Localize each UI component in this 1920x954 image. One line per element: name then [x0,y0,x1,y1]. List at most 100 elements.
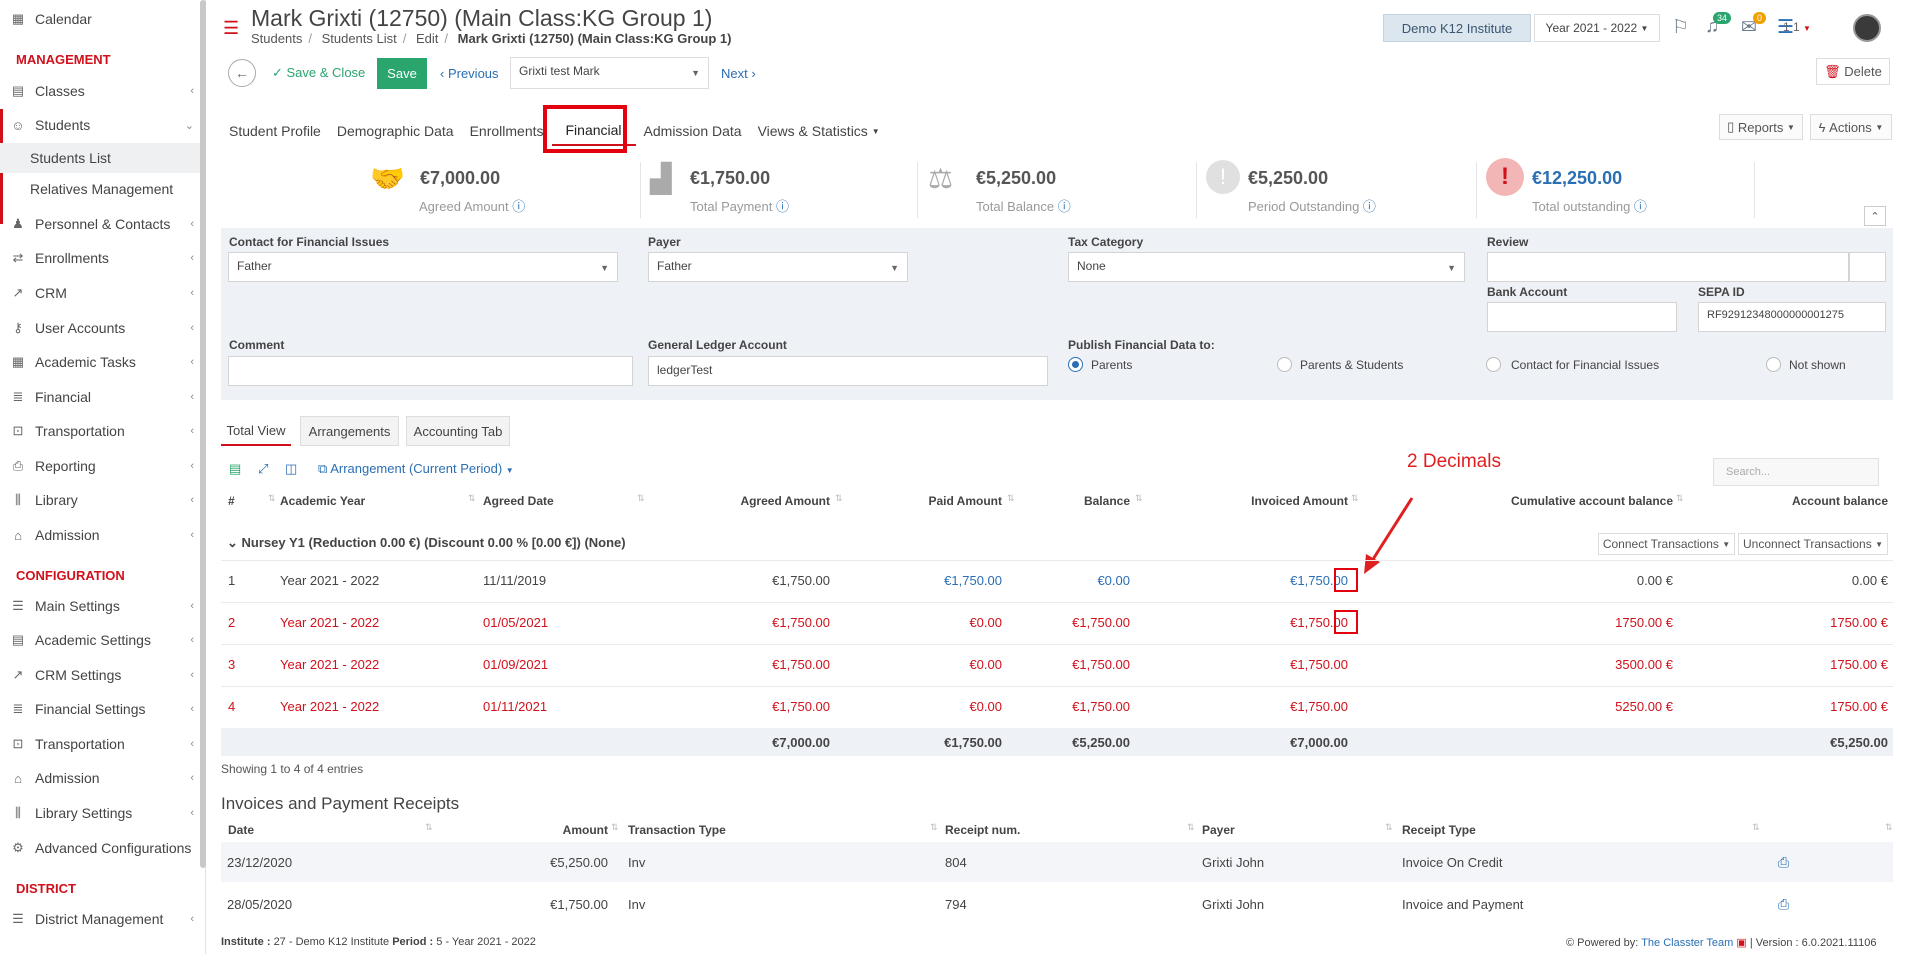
table-row[interactable]: 1 Year 2021 - 2022 11/11/2019 €1,750.00 … [221,560,1893,598]
chevron-down-icon[interactable]: ⌄ [227,535,238,550]
sidebar-item-students-list[interactable]: Students List [0,143,200,173]
collapse-button[interactable]: ⌃ [1864,206,1886,226]
col-account-balance[interactable]: Account balance [1690,494,1888,508]
tab-views-statistics[interactable]: Views & Statistics ▼ [750,116,888,146]
sort-icon[interactable]: ⇅ [1752,822,1760,833]
inv-col-receipt-type[interactable]: Receipt Type [1402,823,1476,837]
sort-icon[interactable]: ⇅ [268,493,276,504]
connect-transactions-button[interactable]: Connect Transactions ▼ [1598,533,1735,555]
sepa-id-input[interactable]: RF92912348000000001275 [1698,302,1886,332]
inv-col-payer[interactable]: Payer [1202,823,1235,837]
sidebar-scrollbar[interactable] [200,0,206,868]
sort-icon[interactable]: ⇅ [425,822,433,833]
table-search-input[interactable]: Search... [1713,458,1879,486]
user-number[interactable]: 1 1 ▼ [1783,20,1811,34]
sidebar-item-personnel[interactable]: ♟ Personnel & Contacts ‹ [0,207,200,241]
col-cumulative-balance[interactable]: Cumulative account balance [1360,494,1673,508]
invoice-row[interactable]: 23/12/2020 €5,250.00 Inv 804 Grixti John… [221,842,1893,882]
back-button[interactable]: ← [228,59,256,87]
sort-icon[interactable]: ⇅ [1676,493,1684,504]
sort-icon[interactable]: ⇅ [1885,822,1893,833]
print-icon[interactable]: ⎙ [1778,854,1789,871]
inv-col-receipt-num[interactable]: Receipt num. [945,823,1020,837]
comment-input[interactable] [228,356,633,386]
inv-col-amount[interactable]: Amount [480,823,608,837]
next-button[interactable]: Next › [721,66,756,81]
tab-admission[interactable]: Admission Data [636,116,750,146]
sidebar-item-transportation-settings[interactable]: ⊡ Transportation ‹ [0,727,200,761]
info-icon[interactable]: ⓘ [1634,199,1647,214]
classter-team-link[interactable]: The Classter Team [1641,937,1733,949]
info-icon[interactable]: ⓘ [776,199,789,214]
sidebar-item-transportation[interactable]: ⊡ Transportation ‹ [0,414,200,448]
sort-icon[interactable]: ⇅ [611,822,619,833]
sidebar-item-calendar[interactable]: ▦ Calendar [0,2,200,36]
col-balance[interactable]: Balance [1010,494,1130,508]
col-agreed-date[interactable]: Agreed Date [483,494,554,508]
sidebar-item-advanced[interactable]: ⚙ Advanced Configurations [0,831,200,865]
sidebar-item-main-settings[interactable]: ☰ Main Settings ‹ [0,589,200,623]
contact-select[interactable]: Father ▼ [228,252,618,282]
radio-parents[interactable] [1068,357,1083,372]
tax-category-select[interactable]: None ▼ [1068,252,1465,282]
col-invoiced-amount[interactable]: Invoiced Amount [1140,494,1348,508]
arrangement-dropdown[interactable]: ⧉ Arrangement (Current Period) ▼ [318,461,514,477]
columns-icon[interactable]: ◫ [285,461,297,477]
breadcrumb-students[interactable]: Students [251,31,302,46]
student-select[interactable]: Grixti test Mark ▼ [510,57,709,89]
tab-student-profile[interactable]: Student Profile [221,116,329,146]
table-row[interactable]: 4 Year 2021 - 2022 01/11/2021 €1,750.00 … [221,686,1893,724]
sidebar-item-students[interactable]: ☺ Students ⌄ [0,108,200,142]
invoice-row[interactable]: 28/05/2020 €1,750.00 Inv 794 Grixti John… [221,884,1893,924]
sidebar-item-crm[interactable]: ↗ CRM ‹ [0,276,200,310]
col-number[interactable]: # [228,494,235,508]
review-input[interactable] [1487,252,1849,282]
unconnect-transactions-button[interactable]: Unconnect Transactions ▼ [1738,533,1888,555]
col-agreed-amount[interactable]: Agreed Amount [640,494,830,508]
bank-account-input[interactable] [1487,302,1677,332]
sidebar-item-admission-settings[interactable]: ⌂ Admission ‹ [0,761,200,795]
delete-button[interactable]: 🗑 Delete [1816,58,1890,85]
radio-not-shown[interactable] [1766,357,1781,372]
expand-icon[interactable]: ⤢ [258,461,268,477]
sidebar-item-relatives[interactable]: Relatives Management [0,174,200,204]
sort-icon[interactable]: ⇅ [930,822,938,833]
info-icon[interactable]: ⓘ [512,199,525,214]
reports-button[interactable]: ▯ Reports ▼ [1719,114,1803,140]
sidebar-item-academic-tasks[interactable]: ▦ Academic Tasks ‹ [0,345,200,379]
sidebar-item-classes[interactable]: ▤ Classes ‹ [0,74,200,108]
sidebar-item-academic-settings[interactable]: ▤ Academic Settings ‹ [0,623,200,657]
radio-parents-students[interactable] [1277,357,1292,372]
sidebar-item-admission[interactable]: ⌂ Admission ‹ [0,518,200,552]
info-icon[interactable]: ⓘ [1058,199,1071,214]
sidebar-item-user-accounts[interactable]: ⚷ User Accounts ‹ [0,311,200,345]
sidebar-item-district[interactable]: ☰ District Management ‹ [0,902,200,936]
sort-icon[interactable]: ⇅ [468,493,476,504]
sidebar-item-crm-settings[interactable]: ↗ CRM Settings ‹ [0,658,200,692]
print-icon[interactable]: ⎙ [1778,896,1789,913]
inv-col-type[interactable]: Transaction Type [628,823,726,837]
sidebar-item-library-settings[interactable]: ⫼ Library Settings ‹ [0,796,200,830]
info-icon[interactable]: ⓘ [1363,199,1376,214]
sidebar-item-financial[interactable]: ≣ Financial ‹ [0,380,200,414]
tab-accounting[interactable]: Accounting Tab [406,416,510,446]
sort-icon[interactable]: ⇅ [1351,493,1359,504]
institute-button[interactable]: Demo K12 Institute [1383,14,1531,42]
year-select[interactable]: Year 2021 - 2022 ▼ [1534,14,1660,42]
save-close-button[interactable]: ✓ Save & Close [272,65,365,81]
sidebar-item-library[interactable]: ⫼ Library ‹ [0,483,200,517]
payer-select[interactable]: Father ▼ [648,252,908,282]
breadcrumb-edit[interactable]: Edit [416,31,438,46]
save-button[interactable]: Save [377,58,427,89]
inv-col-date[interactable]: Date [228,823,254,837]
sidebar-item-enrollments[interactable]: ⇄ Enrollments ‹ [0,241,200,275]
avatar[interactable] [1853,14,1881,42]
previous-button[interactable]: ‹ Previous [440,66,499,81]
excel-icon[interactable]: ▤ [229,461,241,477]
table-row[interactable]: 2 Year 2021 - 2022 01/05/2021 €1,750.00 … [221,602,1893,640]
radio-contact[interactable] [1486,357,1501,372]
tab-arrangements[interactable]: Arrangements [300,416,399,446]
ledger-account-input[interactable]: ledgerTest [648,356,1048,386]
sort-icon[interactable]: ⇅ [1385,822,1393,833]
table-row[interactable]: 3 Year 2021 - 2022 01/09/2021 €1,750.00 … [221,644,1893,682]
